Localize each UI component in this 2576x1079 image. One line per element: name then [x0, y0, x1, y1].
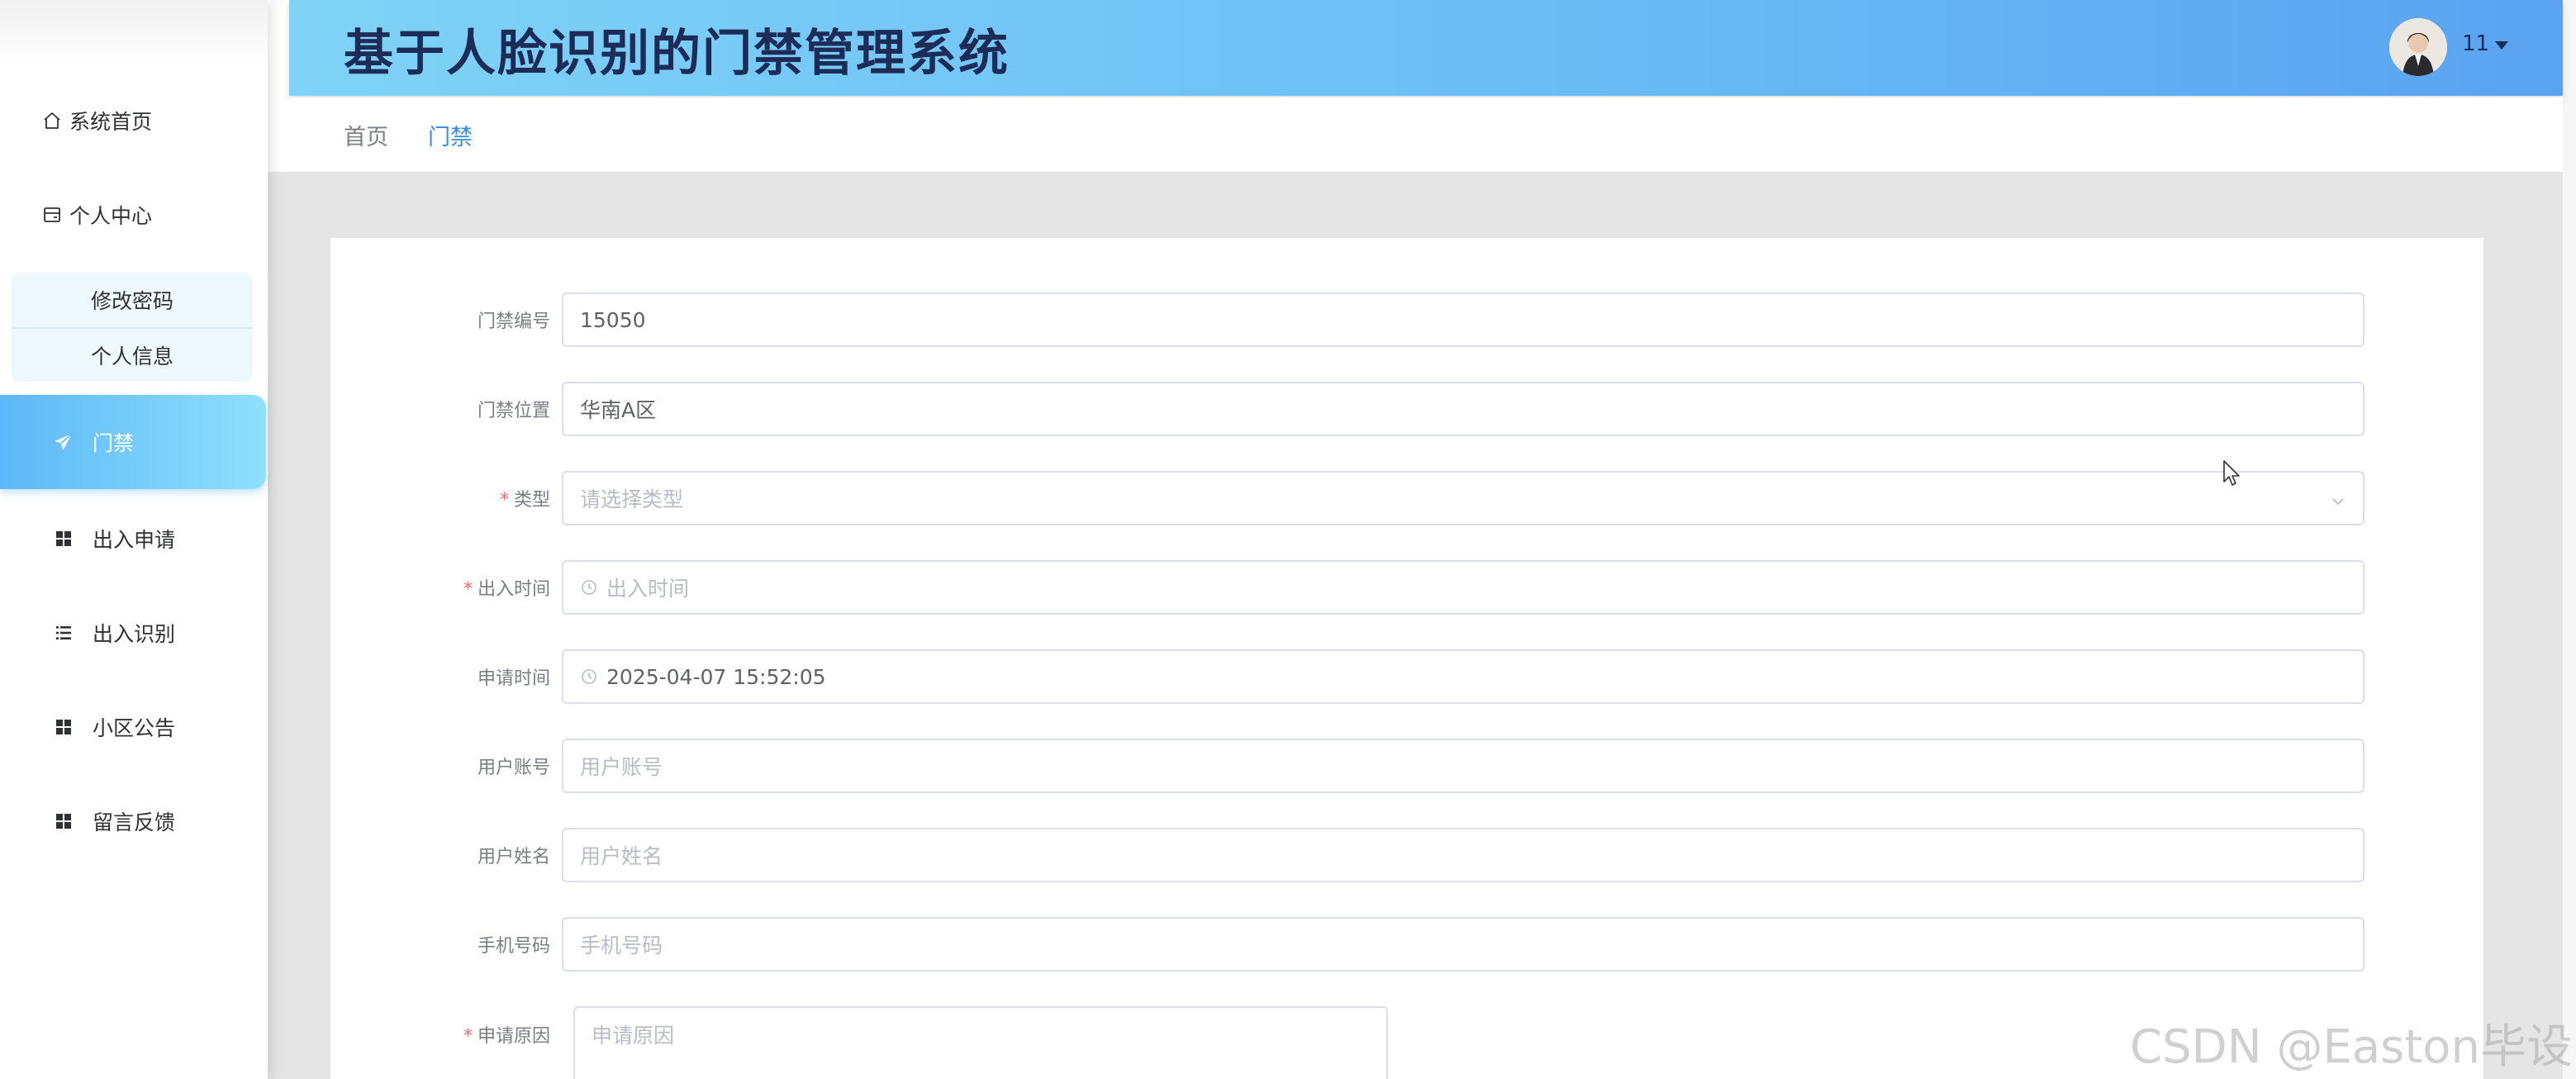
sidebar-item-label: 留言反馈: [93, 810, 176, 834]
chevron-down-icon: [2330, 491, 2346, 515]
form-row-phone: 手机号码 手机号码: [330, 917, 2483, 972]
sidebar-item-entry-application[interactable]: 出入申请: [0, 514, 268, 563]
entry-time-placeholder: 出入时间: [606, 577, 690, 601]
form-row-user-account: 用户账号 用户账号: [330, 739, 2483, 793]
clock-icon: [580, 668, 598, 686]
user-name-input[interactable]: 用户姓名: [562, 828, 2365, 882]
sidebar-item-label: 门禁: [93, 431, 135, 455]
reason-textarea[interactable]: 申请原因: [573, 1006, 1388, 1079]
field-label: 门禁位置: [477, 401, 550, 421]
breadcrumb-current: 门禁: [428, 124, 473, 150]
sidebar-item-label: 个人中心: [69, 204, 153, 228]
home-icon: [40, 108, 64, 133]
field-label: * 出入时间: [330, 574, 562, 601]
sidebar: 系统首页 个人中心 修改密码 个人信息 门禁 出入申请 出入识别 小区公告 留言…: [0, 0, 268, 1079]
access-form: 门禁编号 15050 门禁位置 华南A区 * 类型 请选择类型 * 出入时间 出入时…: [330, 238, 2483, 1079]
field-label: * 类型: [330, 485, 562, 511]
system-title: 基于人脸识别的门禁管理系统: [344, 25, 1010, 83]
sidebar-item-home[interactable]: 系统首页: [0, 96, 268, 145]
sidebar-item-access-control[interactable]: 门禁: [0, 395, 266, 489]
sidebar-item-entry-recognition[interactable]: 出入识别: [0, 608, 268, 658]
form-row-type: * 类型 请选择类型: [330, 471, 2483, 525]
sidebar-item-label: 出入申请: [93, 528, 176, 552]
grid-icon: [51, 526, 76, 551]
field-label: 门禁编号: [477, 311, 550, 332]
breadcrumb: 首页 门禁: [289, 97, 2563, 172]
apply-time-picker[interactable]: 2025-04-07 15:52:05: [562, 649, 2365, 704]
apply-time-value: 2025-04-07 15:52:05: [606, 664, 826, 689]
sidebar-item-label: 小区公告: [93, 716, 176, 740]
phone-input[interactable]: 手机号码: [562, 917, 2365, 972]
clock-icon: [580, 578, 598, 597]
required-mark: *: [463, 1026, 473, 1047]
grid-icon: [51, 809, 76, 834]
field-label-text: 出入时间: [477, 579, 550, 600]
sidebar-item-label: 出入识别: [93, 622, 176, 646]
field-label-text: 申请原因: [477, 1026, 550, 1047]
watermark: CSDN @Easton毕设: [2130, 1020, 2574, 1074]
form-row-user-name: 用户姓名 用户姓名: [330, 828, 2483, 882]
card-icon: [40, 202, 64, 227]
breadcrumb-home[interactable]: 首页: [344, 119, 388, 151]
form-row-entry-time: * 出入时间 出入时间: [330, 560, 2483, 615]
sidebar-top: [0, 0, 268, 66]
form-row-access-location: 门禁位置 华南A区: [330, 382, 2483, 436]
field-label: 手机号码: [477, 936, 550, 957]
access-location-input[interactable]: 华南A区: [562, 382, 2365, 436]
grid-icon: [51, 715, 76, 739]
submenu-item-change-password[interactable]: 修改密码: [12, 273, 253, 327]
field-label-text: 类型: [513, 490, 550, 511]
required-mark: *: [463, 579, 473, 600]
submenu-item-personal-info[interactable]: 个人信息: [12, 327, 253, 382]
sidebar-item-community-notice[interactable]: 小区公告: [0, 702, 268, 752]
field-label: 申请时间: [477, 668, 550, 689]
entry-time-picker[interactable]: 出入时间: [562, 560, 2365, 615]
mouse-cursor-icon: [2222, 459, 2242, 491]
field-label: * 申请原因: [330, 1021, 562, 1048]
chevron-down-icon[interactable]: [2495, 41, 2508, 50]
type-select-placeholder: 请选择类型: [580, 487, 684, 511]
access-id-input[interactable]: 15050: [562, 292, 2365, 347]
user-name[interactable]: 11: [2462, 31, 2489, 56]
sidebar-item-personal-center[interactable]: 个人中心: [0, 190, 268, 240]
type-select[interactable]: 请选择类型: [562, 471, 2365, 525]
form-row-apply-time: 申请时间 2025-04-07 15:52:05: [330, 649, 2483, 704]
top-header: 基于人脸识别的门禁管理系统 11: [289, 0, 2563, 96]
sidebar-item-label: 系统首页: [69, 110, 153, 134]
sidebar-item-feedback[interactable]: 留言反馈: [0, 796, 268, 846]
user-account-input[interactable]: 用户账号: [562, 739, 2365, 793]
avatar[interactable]: [2389, 18, 2447, 76]
required-mark: *: [499, 490, 509, 511]
personal-center-submenu: 修改密码 个人信息: [12, 273, 253, 382]
field-label: 用户姓名: [477, 847, 550, 867]
form-row-access-id: 门禁编号 15050: [330, 292, 2483, 347]
paper-plane-icon: [51, 430, 76, 454]
list-icon: [51, 620, 76, 645]
right-edge: [2563, 0, 2576, 1079]
app-root: 系统首页 个人中心 修改密码 个人信息 门禁 出入申请 出入识别 小区公告 留言…: [0, 0, 2576, 1079]
field-label: 用户账号: [477, 758, 550, 778]
